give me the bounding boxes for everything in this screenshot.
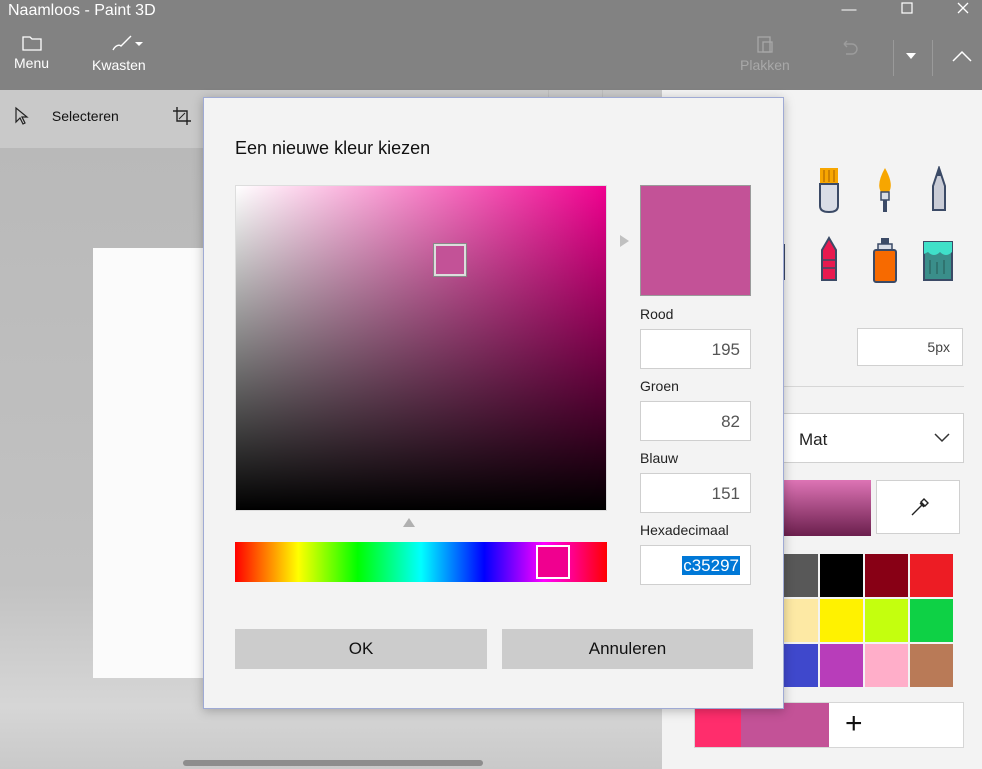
palette-swatch[interactable] bbox=[819, 553, 864, 598]
minimize-button[interactable]: — bbox=[826, 0, 872, 24]
finish-value: Mat bbox=[799, 430, 828, 449]
thickness-value: 5px bbox=[927, 339, 950, 355]
palette-swatch[interactable] bbox=[864, 643, 909, 688]
new-color-preview bbox=[640, 185, 751, 296]
custom-color-swatch[interactable] bbox=[741, 703, 829, 747]
chevron-down-icon bbox=[906, 53, 916, 59]
triangle-up-icon bbox=[403, 518, 415, 527]
undo-icon bbox=[843, 40, 858, 55]
color-picker-dialog: Een nieuwe kleur kiezen Rood 195 Groen 8… bbox=[203, 97, 784, 709]
red-input[interactable]: 195 bbox=[640, 329, 751, 369]
green-value: 82 bbox=[721, 412, 740, 431]
finish-dropdown[interactable]: Mat bbox=[774, 413, 964, 463]
ok-button[interactable]: OK bbox=[235, 629, 487, 669]
oil-brush-icon[interactable] bbox=[814, 166, 844, 214]
eyedropper-icon bbox=[911, 498, 929, 516]
chevron-down-icon bbox=[934, 433, 950, 443]
palette-swatch[interactable] bbox=[909, 643, 954, 688]
green-input[interactable]: 82 bbox=[640, 401, 751, 441]
color-palette bbox=[774, 553, 954, 688]
red-value: 195 bbox=[711, 340, 740, 359]
add-color-button[interactable]: + bbox=[845, 709, 863, 739]
pencil-icon[interactable] bbox=[928, 166, 950, 214]
blue-value: 151 bbox=[711, 484, 740, 503]
maximize-button[interactable] bbox=[884, 0, 930, 24]
paste-icon bbox=[757, 36, 773, 53]
hue-slider[interactable] bbox=[235, 542, 607, 582]
undo-button[interactable] bbox=[838, 38, 860, 63]
palette-swatch[interactable] bbox=[909, 598, 954, 643]
collapse-ribbon-button[interactable] bbox=[951, 50, 973, 65]
blue-input[interactable]: 151 bbox=[640, 473, 751, 513]
palette-swatch[interactable] bbox=[819, 643, 864, 688]
eyedropper-button[interactable] bbox=[876, 480, 960, 534]
spray-can-icon[interactable] bbox=[870, 236, 900, 284]
close-button[interactable] bbox=[940, 0, 982, 24]
more-dropdown-button[interactable] bbox=[904, 52, 918, 63]
paste-button[interactable]: Plakken bbox=[740, 34, 790, 73]
thickness-field[interactable]: 5px bbox=[857, 328, 963, 366]
chevron-up-icon bbox=[952, 50, 972, 62]
blue-label: Blauw bbox=[640, 450, 679, 466]
hex-value: c35297 bbox=[682, 556, 740, 575]
palette-swatch[interactable] bbox=[864, 598, 909, 643]
fill-bucket-icon[interactable] bbox=[920, 236, 956, 284]
green-label: Groen bbox=[640, 378, 679, 394]
crayon-icon[interactable] bbox=[816, 236, 842, 284]
saturation-value-handle[interactable] bbox=[433, 243, 467, 277]
palette-swatch[interactable] bbox=[819, 598, 864, 643]
cancel-button[interactable]: Annuleren bbox=[502, 629, 753, 669]
red-label: Rood bbox=[640, 306, 674, 322]
maximize-icon bbox=[901, 2, 913, 14]
palette-swatch[interactable] bbox=[909, 553, 954, 598]
saturation-value-picker[interactable] bbox=[235, 185, 607, 511]
custom-color-swatch[interactable] bbox=[695, 703, 741, 747]
current-color-swatch[interactable] bbox=[782, 480, 871, 536]
palette-swatch[interactable] bbox=[864, 553, 909, 598]
triangle-right-icon bbox=[620, 235, 629, 247]
hue-slider-handle[interactable] bbox=[536, 545, 570, 579]
paste-label: Plakken bbox=[740, 57, 790, 73]
watercolor-icon[interactable] bbox=[872, 166, 898, 214]
ribbon-divider bbox=[893, 40, 894, 76]
dialog-title: Een nieuwe kleur kiezen bbox=[235, 138, 431, 158]
ribbon-divider bbox=[932, 40, 933, 76]
minimize-icon: — bbox=[841, 1, 857, 18]
hex-input[interactable]: c35297 bbox=[640, 545, 751, 585]
close-icon bbox=[957, 2, 969, 14]
hex-label: Hexadecimaal bbox=[640, 522, 729, 538]
